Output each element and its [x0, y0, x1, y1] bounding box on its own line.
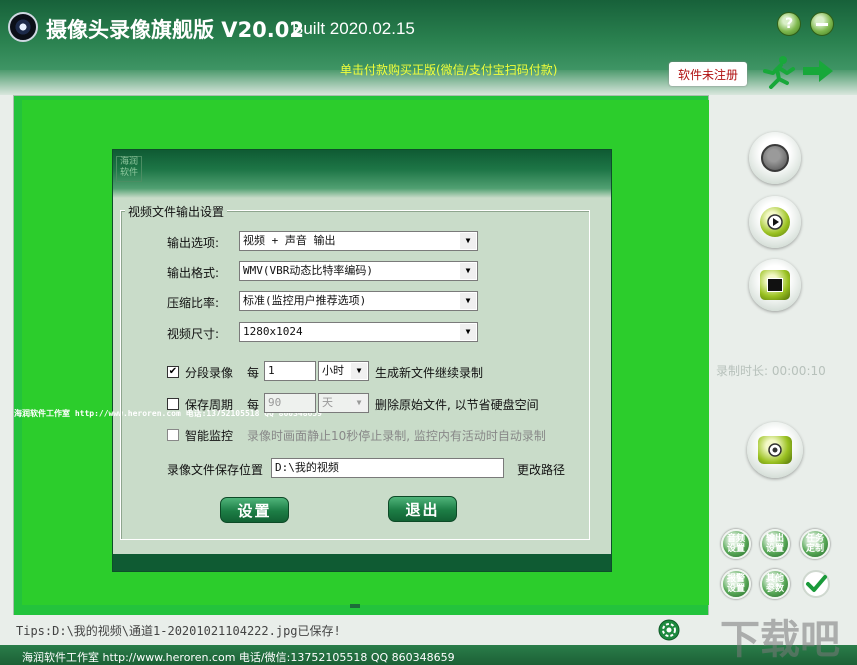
dialog-header: 海润软件 — [113, 150, 611, 198]
change-path-link[interactable]: 更改路径 — [517, 461, 565, 478]
watermark: 下载吧 — [720, 617, 840, 663]
app-title: 摄像头录像旗舰版 V20.02 — [46, 18, 304, 42]
resize-grip[interactable] — [350, 604, 360, 608]
segment-unit-value: 小时 — [322, 364, 344, 377]
retention-unit-value: 天 — [322, 396, 333, 409]
video-size-value: 1280x1024 — [243, 325, 303, 338]
output-option-label: 输出选项: — [167, 236, 220, 250]
output-format-select[interactable]: WMV(VBR动态比特率编码) ▼ — [239, 261, 478, 281]
smart-monitor-label: 智能监控 — [185, 429, 234, 443]
record-dot-icon — [761, 144, 789, 172]
apply-button[interactable]: 设置 — [220, 497, 289, 523]
play-button[interactable] — [749, 196, 801, 248]
chevron-down-icon: ▼ — [460, 233, 476, 249]
chevron-down-icon: ▼ — [351, 363, 367, 379]
video-size-label: 视频尺寸: — [167, 327, 220, 341]
output-format-label: 输出格式: — [167, 266, 220, 280]
app-build-date: Built 2020.02.15 — [292, 19, 415, 38]
segment-each: 每 — [247, 366, 260, 380]
record-button[interactable] — [749, 132, 801, 184]
segment-checkbox[interactable]: ✔ — [167, 366, 179, 378]
stop-button[interactable] — [749, 259, 801, 311]
chevron-down-icon: ▼ — [460, 293, 476, 309]
compression-value: 标准(监控用户推荐选项) — [243, 294, 367, 307]
segment-label: 分段录像 — [185, 366, 234, 380]
compression-label: 压缩比率: — [167, 296, 220, 310]
exit-button[interactable]: 退出 — [388, 496, 457, 522]
save-path-label: 录像文件保存位置 — [167, 463, 264, 477]
minimize-button[interactable] — [810, 12, 834, 36]
arrow-right-icon[interactable] — [801, 58, 835, 84]
chevron-down-icon: ▼ — [460, 324, 476, 340]
output-option-select[interactable]: 视频 + 声音 输出 ▼ — [239, 231, 478, 251]
smart-monitor-desc: 录像时画面静止10秒停止录制, 监控内有活动时自动录制 — [247, 429, 546, 443]
task-schedule-button[interactable]: 任务 定制 — [800, 529, 830, 559]
minus-icon — [816, 22, 828, 26]
retention-label: 保存周期 — [185, 398, 234, 412]
footer-text: 海润软件工作室 http://www.heroren.com 电话/微信:137… — [22, 651, 455, 664]
snapshot-button[interactable] — [747, 422, 803, 478]
alarm-settings-button[interactable]: 报警 设置 — [721, 569, 751, 599]
audio-settings-button[interactable]: 音频 设置 — [721, 529, 751, 559]
record-duration: 录制时长: 00:00:10 — [716, 364, 826, 378]
unregistered-badge[interactable]: 软件未注册 — [669, 62, 747, 86]
other-params-button[interactable]: 其他 参数 — [760, 569, 790, 599]
segment-unit-select[interactable]: 小时 ▼ — [318, 361, 369, 381]
tips-text: Tips:D:\我的视频\通道1-20201021104222.jpg已保存! — [16, 624, 341, 638]
camera-icon — [758, 436, 792, 464]
check-icon[interactable] — [801, 569, 831, 599]
output-format-value: WMV(VBR动态比特率编码) — [243, 264, 373, 277]
dialog-footer — [113, 554, 611, 571]
video-size-select[interactable]: 1280x1024 ▼ — [239, 322, 478, 342]
retention-each: 每 — [247, 398, 260, 412]
retention-suffix: 删除原始文件, 以节省硬盘空间 — [375, 398, 539, 412]
stop-icon — [760, 270, 790, 300]
dialog-logo: 海润软件 — [116, 156, 142, 182]
smart-monitor-checkbox[interactable] — [167, 429, 179, 441]
chevron-down-icon: ▼ — [351, 395, 367, 411]
segment-value-input[interactable]: 1 — [264, 361, 316, 381]
compression-select[interactable]: 标准(监控用户推荐选项) ▼ — [239, 291, 478, 311]
retention-value-input[interactable]: 90 — [264, 393, 316, 413]
retention-checkbox[interactable] — [167, 398, 179, 410]
group-title: 视频文件输出设置 — [125, 203, 228, 220]
buy-link[interactable]: 单击付款购买正版(微信/支付宝扫码付款) — [340, 61, 557, 78]
help-button[interactable]: ? — [777, 12, 801, 36]
gear-icon[interactable] — [657, 618, 681, 642]
segment-suffix: 生成新文件继续录制 — [375, 366, 484, 380]
chevron-down-icon: ▼ — [460, 263, 476, 279]
save-path-input[interactable]: D:\我的视频 — [271, 458, 504, 478]
app-logo-icon — [8, 12, 38, 42]
output-settings-button[interactable]: 输出 设置 — [760, 529, 790, 559]
output-option-value: 视频 + 声音 输出 — [243, 234, 336, 247]
retention-unit-select[interactable]: 天 ▼ — [318, 393, 369, 413]
running-man-icon[interactable] — [757, 55, 797, 89]
play-icon — [760, 207, 790, 237]
